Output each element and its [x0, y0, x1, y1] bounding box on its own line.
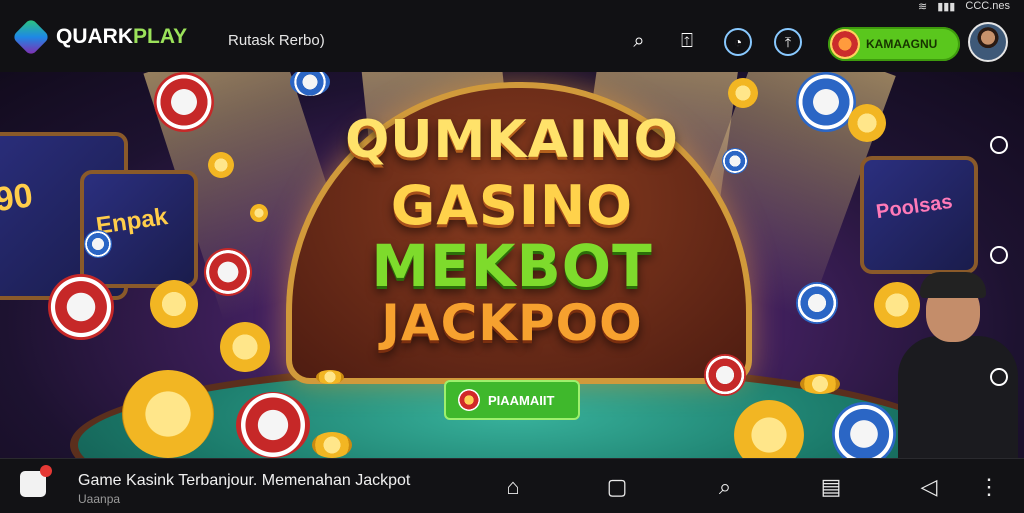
app-icon[interactable] [20, 465, 52, 497]
gold-coin [316, 370, 344, 384]
search-text[interactable]: Rutask Rerbo) [228, 32, 325, 49]
gold-coin [312, 432, 352, 458]
gold-coin [208, 152, 234, 178]
slide-indicator[interactable] [990, 136, 1008, 154]
home-icon[interactable]: ⌂ [500, 475, 526, 499]
chip-icon [458, 389, 480, 411]
gold-coin [800, 374, 840, 394]
logo-icon [11, 17, 51, 57]
status-text: CCC.nes [965, 0, 1010, 12]
document-icon[interactable]: ▤ [818, 475, 844, 499]
bonus-button[interactable]: KAMAAGNU [828, 27, 960, 61]
back-icon[interactable]: ◁ [916, 475, 942, 499]
slide-indicator[interactable] [990, 246, 1008, 264]
poker-chip [796, 72, 856, 132]
gold-coin [848, 104, 886, 142]
share-icon[interactable]: ⍐ [674, 28, 700, 54]
chip-icon [830, 29, 860, 59]
player-figure [890, 272, 1020, 458]
gold-coin [728, 78, 758, 108]
poker-chip [796, 282, 838, 324]
title-line-2: GASINO [390, 174, 634, 237]
poker-chip [154, 72, 214, 132]
play-label: PIAAMAIIT [488, 392, 555, 408]
bottom-bar: Game Kasink Terbanjour. Memenahan Jackpo… [0, 458, 1024, 513]
upload-icon[interactable]: ⤒ [774, 28, 802, 56]
chip-stack [236, 392, 310, 458]
brand-name: QUARKPLAY [56, 25, 188, 48]
square-icon[interactable]: ▢ [604, 475, 630, 499]
play-button[interactable]: PIAAMAIIT [444, 380, 580, 420]
poker-chip [290, 72, 330, 96]
search-icon[interactable]: ⌕ [626, 28, 652, 54]
gold-coin [122, 370, 214, 458]
gold-coin [220, 322, 270, 372]
page-subtitle: Uaanpa [78, 492, 121, 506]
bonus-label: KAMAAGNU [866, 37, 938, 51]
poker-chip [204, 248, 252, 296]
signal-icon: ▮▮▮ [937, 0, 956, 13]
page-title: Game Kasink Terbanjour. Memenahan Jackpo… [78, 472, 411, 489]
wifi-icon: ≋ [917, 0, 928, 13]
poker-chip [832, 402, 896, 458]
app-logo[interactable]: QUARKPLAY [11, 17, 188, 57]
gold-coin [250, 204, 268, 222]
hero-banner[interactable]: 990 Enpak Poolsas QUMKAINO GASINO MEKBOT… [0, 72, 1024, 458]
status-bar: ≋ ▮▮▮ CCC.nes [917, 0, 1010, 13]
slide-indicator[interactable] [990, 368, 1008, 386]
more-icon[interactable]: ⋮ [976, 475, 1002, 499]
search-icon[interactable]: ⌕ [712, 475, 738, 499]
notification-badge [40, 465, 52, 477]
gold-coin [150, 280, 198, 328]
poker-chip [722, 148, 748, 174]
poker-chip [48, 274, 114, 340]
top-bar: ≋ ▮▮▮ CCC.nes QUARKPLAY Rutask Rerbo) ⌕ … [0, 0, 1024, 72]
avatar[interactable] [968, 22, 1008, 62]
poker-chip [84, 230, 112, 258]
poker-chip [704, 354, 746, 396]
compass-icon[interactable]: ◔ [724, 28, 752, 56]
